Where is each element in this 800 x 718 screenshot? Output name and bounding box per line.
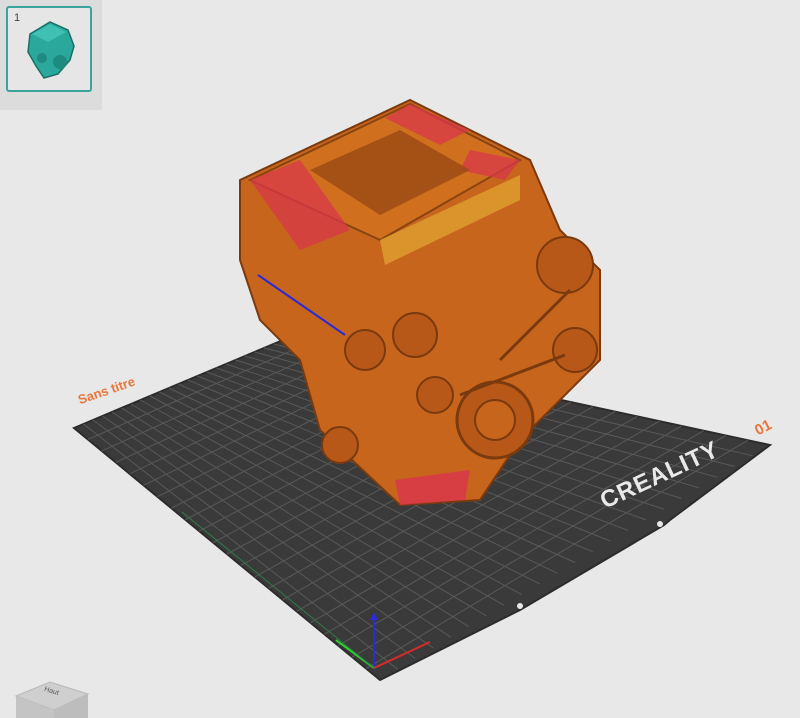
engine-model-thumbnail-icon: [27, 21, 75, 79]
plate-hole: [657, 521, 663, 527]
plate-hole: [517, 603, 523, 609]
plate-thumbnail-index: 1: [14, 12, 21, 24]
viewport-canvas: [72, 98, 773, 682]
view-cube[interactable]: [12, 678, 92, 718]
3d-viewport[interactable]: Sans titre 01 CREALITY: [0, 0, 800, 702]
plate-thumbnail-panel: 1: [0, 0, 102, 110]
plate-thumbnail[interactable]: 1: [6, 6, 92, 92]
